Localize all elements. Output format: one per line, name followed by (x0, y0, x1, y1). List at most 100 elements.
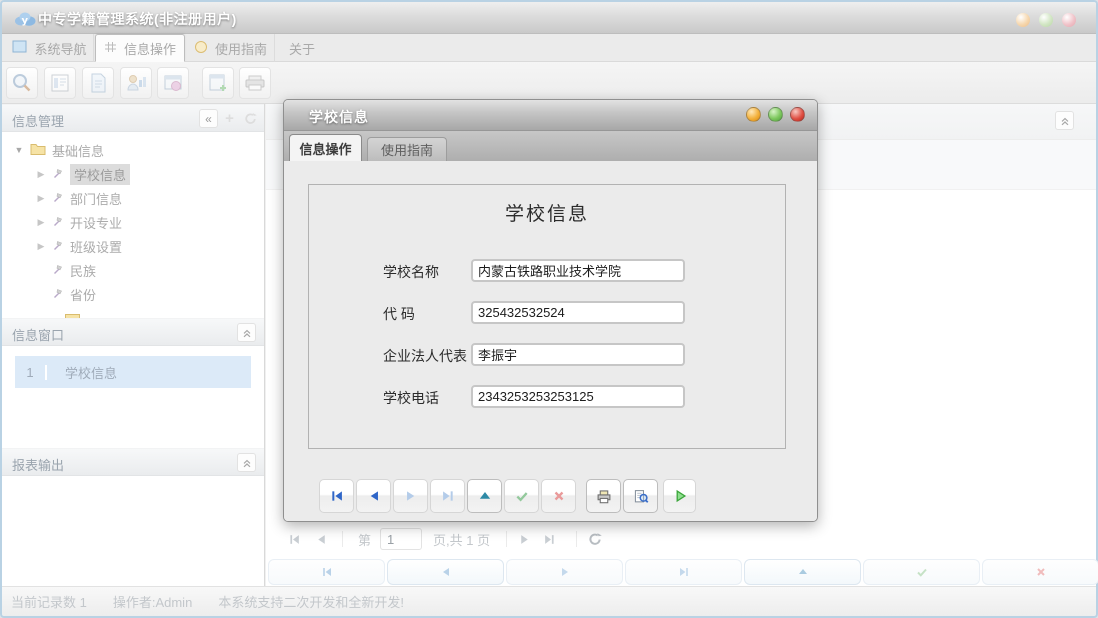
tree-item-label: 学校信息 (70, 164, 130, 185)
expand-arrow-icon[interactable]: ▶ (36, 241, 46, 252)
panel-header-info-management: 信息管理 « + (2, 104, 264, 132)
panel-title: 信息管理 (12, 111, 64, 130)
divider (576, 531, 577, 547)
tool-icon (52, 239, 64, 254)
nav-first-button[interactable] (319, 479, 354, 513)
field-label: 企业法人代表 (383, 346, 467, 366)
tree-item-label: 部门信息 (70, 189, 122, 208)
tree-item-classes[interactable]: ▶ 班级设置 (2, 234, 264, 258)
panel-title: 信息窗口 (12, 325, 64, 344)
page-first-icon[interactable] (288, 524, 301, 554)
school-info-dialog: 学校信息 信息操作 使用指南 学校信息 学校名称 代 码 (283, 99, 818, 522)
tab-user-guide[interactable]: 使用指南 (187, 34, 275, 62)
tree-node-basic-info[interactable]: ▼ 基础信息 (2, 138, 264, 162)
tree-item-majors[interactable]: ▶ 开设专业 (2, 210, 264, 234)
divider (506, 531, 507, 547)
tree-item-province[interactable]: 省份 (2, 282, 264, 306)
panel-title: 报表输出 (12, 455, 64, 474)
field-label: 学校电话 (383, 388, 439, 408)
page-last-icon[interactable] (543, 524, 556, 554)
search-icon[interactable] (6, 67, 38, 99)
legal-representative-input[interactable] (471, 343, 685, 366)
school-phone-input[interactable] (471, 385, 685, 408)
page-next-icon[interactable] (518, 524, 531, 554)
operator-text: 操作者:Admin (113, 592, 192, 611)
execute-button[interactable] (663, 479, 696, 513)
nav-cancel-button[interactable] (541, 479, 576, 513)
title-bar: y 中专学籍管理系统(非注册用户) (2, 2, 1096, 34)
tree-item-school-info[interactable]: ▶ 学校信息 (2, 162, 264, 186)
page-prior-icon[interactable] (315, 524, 328, 554)
maximize-button[interactable] (1039, 13, 1053, 27)
app-logo-icon: y (14, 11, 36, 31)
user-query-icon[interactable] (120, 67, 152, 99)
list-item-school-info-window[interactable]: 1 学校信息 (15, 356, 251, 388)
window-add-icon[interactable] (202, 67, 234, 99)
refresh-icon[interactable] (241, 109, 260, 128)
expand-arrow-icon[interactable]: ▶ (36, 169, 46, 180)
svg-text:y: y (22, 16, 29, 27)
nav-prior-button[interactable] (387, 559, 504, 585)
report-icon[interactable] (44, 67, 76, 99)
tool-icon (52, 263, 64, 278)
expand-arrow-icon[interactable]: ▶ (36, 217, 46, 228)
close-button[interactable] (1062, 13, 1076, 27)
school-name-input[interactable] (471, 259, 685, 282)
tab-system-navigation[interactable]: 系统导航 (6, 34, 94, 62)
folder-icon (30, 142, 46, 158)
window-index: 1 (15, 365, 47, 380)
tree-item-label: 开设专业 (70, 213, 122, 232)
panel-icon (12, 40, 27, 56)
nav-move-up-button[interactable] (467, 479, 502, 513)
document-icon[interactable] (82, 67, 114, 99)
nav-last-button[interactable] (625, 559, 742, 585)
dialog-title: 学校信息 (309, 107, 369, 127)
collapse-panel-icon[interactable] (237, 323, 256, 342)
nav-move-up-button[interactable] (744, 559, 861, 585)
nav-cancel-button[interactable] (982, 559, 1098, 585)
tree-item-ethnicity[interactable]: 民族 (2, 258, 264, 282)
nav-prior-button[interactable] (356, 479, 391, 513)
window-label: 学校信息 (47, 363, 117, 382)
tab-about[interactable]: 关于 (276, 34, 328, 62)
school-info-fieldset: 学校信息 学校名称 代 码 企业法人代表 学校电话 (308, 184, 786, 449)
tab-information-operation[interactable]: 信息操作 (95, 34, 185, 62)
dialog-tab-user-guide[interactable]: 使用指南 (367, 137, 447, 161)
tree-item-label: 班级设置 (70, 237, 122, 256)
collapse-sidebar-button[interactable]: « (199, 109, 218, 128)
status-bar: 当前记录数 1 操作者:Admin 本系统支持二次开发和全新开发! (2, 586, 1096, 616)
archive-icon[interactable] (239, 67, 271, 99)
tree-item-department-info[interactable]: ▶ 部门信息 (2, 186, 264, 210)
field-row-legal-representative: 企业法人代表 (309, 343, 785, 367)
page-refresh-icon[interactable] (588, 524, 602, 554)
nav-first-button[interactable] (268, 559, 385, 585)
dialog-tab-information-operation[interactable]: 信息操作 (289, 134, 362, 161)
nav-post-button[interactable] (504, 479, 539, 513)
school-code-input[interactable] (471, 301, 685, 324)
minimize-button[interactable] (1016, 13, 1030, 27)
dialog-close-button[interactable] (790, 107, 805, 122)
nav-post-button[interactable] (863, 559, 980, 585)
dialog-maximize-button[interactable] (768, 107, 783, 122)
page-label-prefix: 第 (358, 524, 371, 554)
add-icon[interactable]: + (220, 109, 239, 128)
collapse-main-panel-icon[interactable] (1055, 111, 1074, 130)
dialog-body: 学校信息 学校名称 代 码 企业法人代表 学校电话 (284, 161, 817, 521)
toolbar (2, 62, 1096, 104)
dialog-minimize-button[interactable] (746, 107, 761, 122)
dialog-title-bar[interactable]: 学校信息 (284, 100, 817, 131)
collapse-panel-icon[interactable] (237, 453, 256, 472)
window-view-icon[interactable] (157, 67, 189, 99)
guide-icon (194, 40, 208, 57)
print-button[interactable] (586, 479, 621, 513)
nav-last-button[interactable] (430, 479, 465, 513)
preview-button[interactable] (623, 479, 658, 513)
expand-arrow-icon[interactable]: ▶ (36, 193, 46, 204)
page-number-input[interactable] (380, 528, 422, 550)
divider (342, 531, 343, 547)
window-title: 中专学籍管理系统(非注册用户) (38, 9, 237, 29)
nav-next-button[interactable] (506, 559, 623, 585)
nav-next-button[interactable] (393, 479, 428, 513)
collapse-arrow-icon[interactable]: ▼ (14, 145, 24, 155)
main-tab-bar: 系统导航 信息操作 使用指南 关于 (2, 34, 1096, 62)
